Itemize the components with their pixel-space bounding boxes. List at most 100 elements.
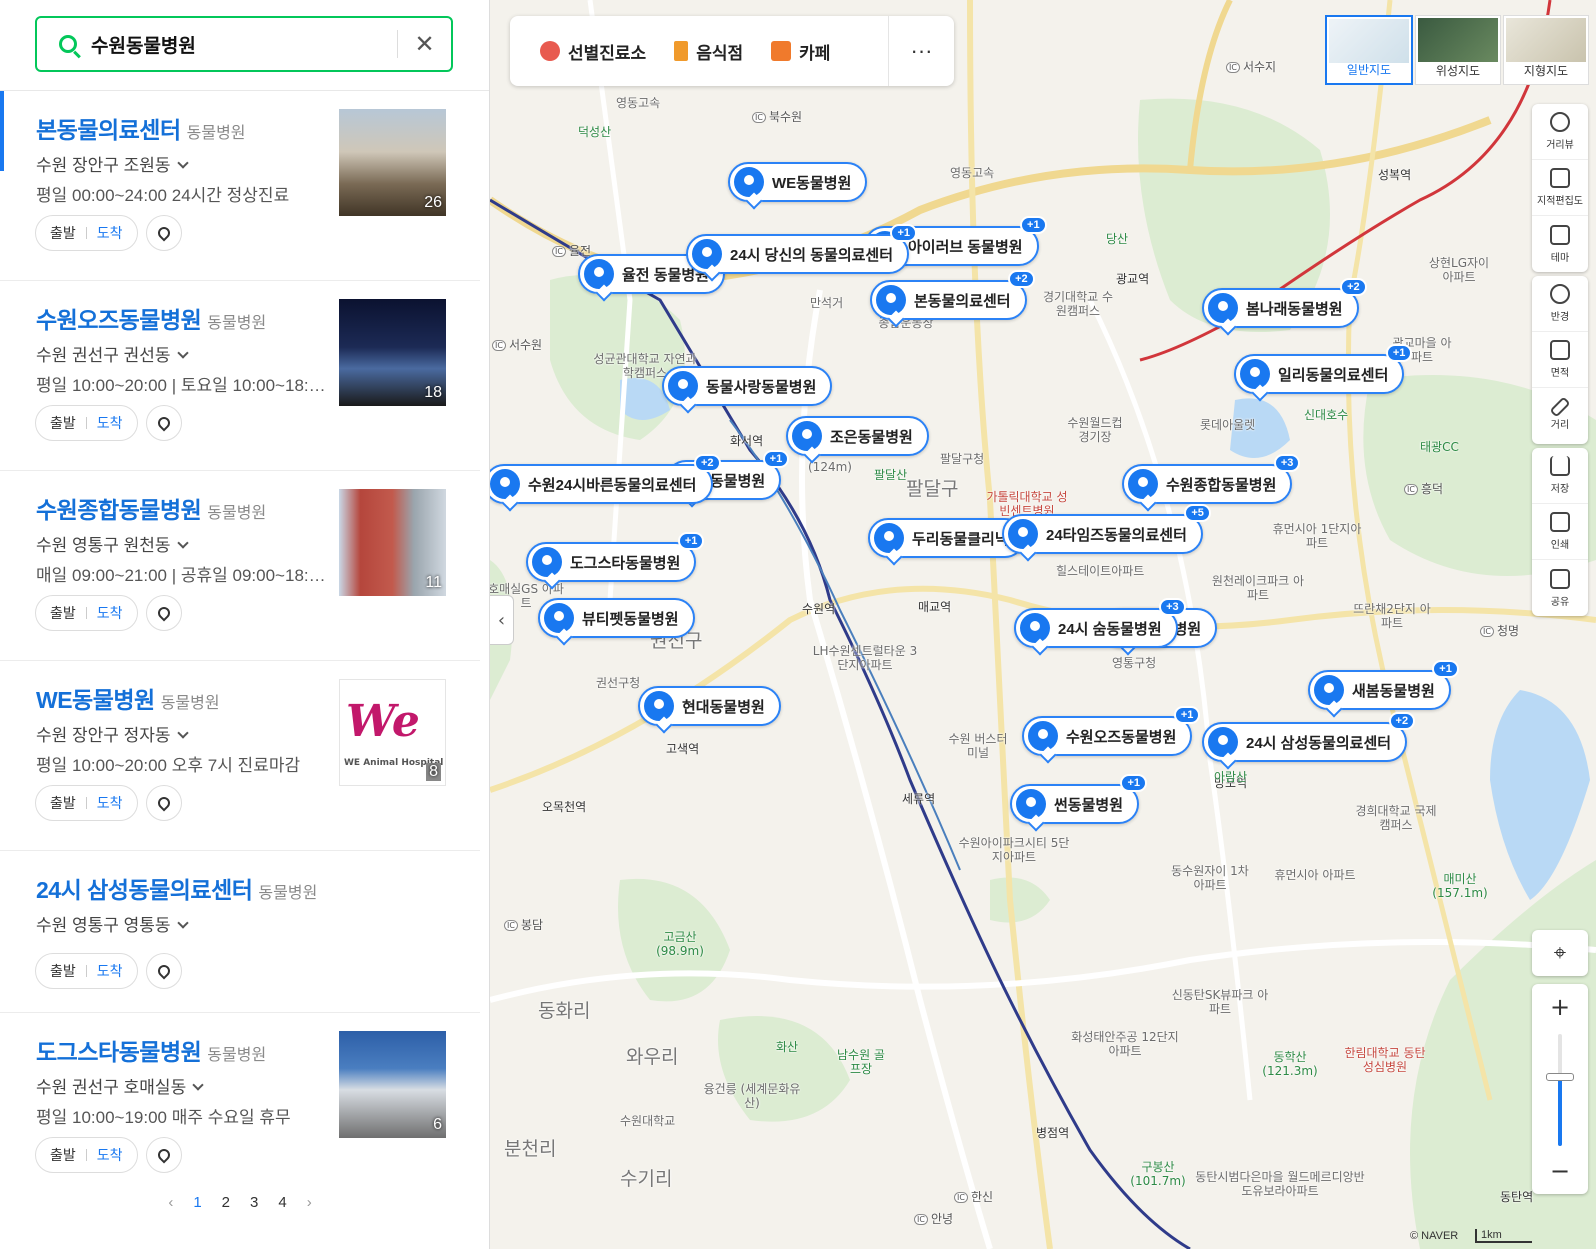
map-label: 동화리	[538, 1000, 591, 1022]
show-on-map-button[interactable]	[145, 953, 182, 989]
area-button[interactable]: 면적	[1532, 332, 1588, 388]
category-cafe[interactable]: 카페	[771, 39, 830, 64]
result-name[interactable]: 본동물의료센터	[36, 117, 181, 143]
result-photo[interactable]: 11	[339, 489, 446, 596]
result-item[interactable]: 본동물의료센터 동물병원 수원 장안구 조원동 평일 00:00~24:00 24…	[0, 91, 480, 281]
collapse-panel-button[interactable]: ‹	[490, 595, 514, 645]
result-address[interactable]: 수원 장안구 조원동	[36, 151, 189, 176]
prev-page-button[interactable]: ‹	[168, 1194, 173, 1211]
arrive-button[interactable]: 도착	[97, 1145, 123, 1165]
result-photo[interactable]: 26	[339, 109, 446, 216]
next-page-button[interactable]: ›	[307, 1194, 312, 1211]
result-item[interactable]: WE동물병원 동물병원 수원 장안구 정자동 평일 10:00~20:00 오후 …	[0, 661, 480, 851]
map-marker[interactable]: 수원24시바른동물의료센터 +2	[490, 454, 721, 504]
map-label: 청명	[1480, 624, 1519, 638]
save-button[interactable]: 저장	[1532, 448, 1588, 504]
tool-label: 테마	[1550, 252, 1570, 264]
result-title-row: 도그스타동물병원 동물병원	[36, 1033, 266, 1067]
zoom-in-button[interactable]: +	[1532, 984, 1588, 1030]
zoom-slider[interactable]	[1546, 1034, 1574, 1146]
location-pin-icon	[668, 371, 698, 401]
arrive-button[interactable]: 도착	[97, 603, 123, 623]
depart-button[interactable]: 출발	[50, 793, 76, 813]
street-view-button[interactable]: 거리뷰	[1532, 104, 1588, 160]
theme-button[interactable]: 테마	[1532, 216, 1588, 272]
depart-button[interactable]: 출발	[50, 1145, 76, 1165]
result-item[interactable]: 수원오즈동물병원 동물병원 수원 권선구 권선동 평일 10:00~20:00 |…	[0, 281, 480, 471]
map-type-satellite[interactable]: 위성지도	[1415, 15, 1501, 85]
result-address[interactable]: 수원 영통구 영통동	[36, 911, 189, 936]
map-marker[interactable]: 일리동물의료센터 +1	[1234, 344, 1413, 394]
result-name[interactable]: 도그스타동물병원	[36, 1039, 202, 1065]
share-button[interactable]: 공유	[1532, 560, 1588, 616]
page-link[interactable]: 3	[250, 1194, 258, 1211]
depart-button[interactable]: 출발	[50, 961, 76, 981]
map-marker[interactable]: 새봄동물병원 +1	[1308, 660, 1459, 710]
map-marker[interactable]: 수원종합동물병원 +3	[1122, 454, 1301, 504]
map-marker[interactable]: 24시 삼성동물의료센터 +2	[1202, 712, 1416, 762]
chevron-down-icon	[176, 157, 189, 169]
map-marker[interactable]: 썬동물병원 +1	[1010, 774, 1148, 824]
clear-search-button[interactable]: ✕	[397, 30, 451, 58]
map-marker[interactable]: 24시 숨동물병원 +3	[1014, 598, 1186, 648]
result-photo[interactable]: 6	[339, 1031, 446, 1138]
show-on-map-button[interactable]	[145, 1137, 182, 1173]
page-link[interactable]: 1	[193, 1194, 201, 1211]
result-name[interactable]: 24시 삼성동물의료센터	[36, 877, 253, 903]
result-hours: 매일 09:00~21:00 | 공휴일 09:00~18:00	[36, 566, 326, 585]
map-marker[interactable]: 두리동물클리닉	[868, 518, 1025, 558]
result-item[interactable]: 도그스타동물병원 동물병원 수원 권선구 호매실동 평일 10:00~19:00 …	[0, 1013, 480, 1180]
map-marker[interactable]: 도그스타동물병원 +1	[526, 532, 705, 582]
arrive-button[interactable]: 도착	[97, 223, 123, 243]
clinic-pin-icon	[540, 41, 560, 61]
show-on-map-button[interactable]	[145, 595, 182, 631]
cadastral-map-button[interactable]: 지적편집도	[1532, 160, 1588, 216]
result-address[interactable]: 수원 장안구 정자동	[36, 721, 189, 746]
arrive-button[interactable]: 도착	[97, 793, 123, 813]
result-address[interactable]: 수원 영통구 원천동	[36, 531, 189, 556]
address-text: 수원 권선구 호매실동	[36, 1078, 187, 1097]
map-type-normal[interactable]: 일반지도	[1325, 15, 1413, 85]
distance-button[interactable]: 거리	[1532, 388, 1588, 444]
zoom-out-button[interactable]: −	[1532, 1148, 1588, 1194]
depart-button[interactable]: 출발	[50, 603, 76, 623]
category-restaurant[interactable]: 음식점	[674, 39, 743, 64]
map-marker[interactable]: 본동물의료센터 +2	[870, 270, 1035, 320]
result-address[interactable]: 수원 권선구 호매실동	[36, 1073, 204, 1098]
map-marker[interactable]: 24타임즈동물의료센터 +5	[1002, 504, 1211, 554]
result-photo[interactable]: 18	[339, 299, 446, 406]
depart-button[interactable]: 출발	[50, 413, 76, 433]
current-location-button[interactable]: ⌖	[1532, 930, 1588, 976]
map-marker[interactable]: 수원오즈동물병원 +1	[1022, 706, 1201, 756]
arrive-button[interactable]: 도착	[97, 961, 123, 981]
page-link[interactable]: 4	[278, 1194, 286, 1211]
show-on-map-button[interactable]	[145, 785, 182, 821]
radius-button[interactable]: 반경	[1532, 276, 1588, 332]
more-categories-button[interactable]: ···	[888, 16, 954, 86]
result-item[interactable]: 수원종합동물병원 동물병원 수원 영통구 원천동 매일 09:00~21:00 |…	[0, 471, 480, 661]
map-marker[interactable]: 조은동물병원	[786, 416, 929, 456]
map-marker[interactable]: 봄나래동물병원 +2	[1202, 278, 1367, 328]
map-marker[interactable]: WE동물병원	[728, 162, 868, 202]
depart-button[interactable]: 출발	[50, 223, 76, 243]
result-item[interactable]: 24시 삼성동물의료센터 동물병원 수원 영통구 영통동 출발 도착	[0, 851, 480, 1013]
result-name[interactable]: 수원종합동물병원	[36, 497, 202, 523]
category-screening-clinic[interactable]: 선별진료소	[540, 39, 646, 64]
map-marker[interactable]: 동물사랑동물병원	[662, 366, 833, 406]
map-canvas[interactable]: 영동고속 덕성산 북수원 서수지 영동고속 성복역 당산 광교역 성균관대학교 …	[490, 0, 1596, 1249]
map-marker[interactable]: 현대동물병원	[638, 686, 781, 726]
result-name[interactable]: WE동물병원	[36, 687, 155, 713]
map-marker[interactable]: 뷰티펫동물병원	[538, 598, 695, 638]
search-input[interactable]	[91, 33, 391, 55]
page-link[interactable]: 2	[222, 1194, 230, 1211]
result-address[interactable]: 수원 권선구 권선동	[36, 341, 189, 366]
map-marker[interactable]: 24시 당신의 동물의료센터 +1	[686, 224, 918, 274]
result-photo[interactable]: We WE Animal Hospital 8	[339, 679, 446, 786]
show-on-map-button[interactable]	[145, 215, 182, 251]
arrive-button[interactable]: 도착	[97, 413, 123, 433]
print-button[interactable]: 인쇄	[1532, 504, 1588, 560]
result-name[interactable]: 수원오즈동물병원	[36, 307, 202, 333]
show-on-map-button[interactable]	[145, 405, 182, 441]
map-type-terrain[interactable]: 지형지도	[1503, 15, 1589, 85]
zoom-handle[interactable]	[1546, 1072, 1574, 1081]
